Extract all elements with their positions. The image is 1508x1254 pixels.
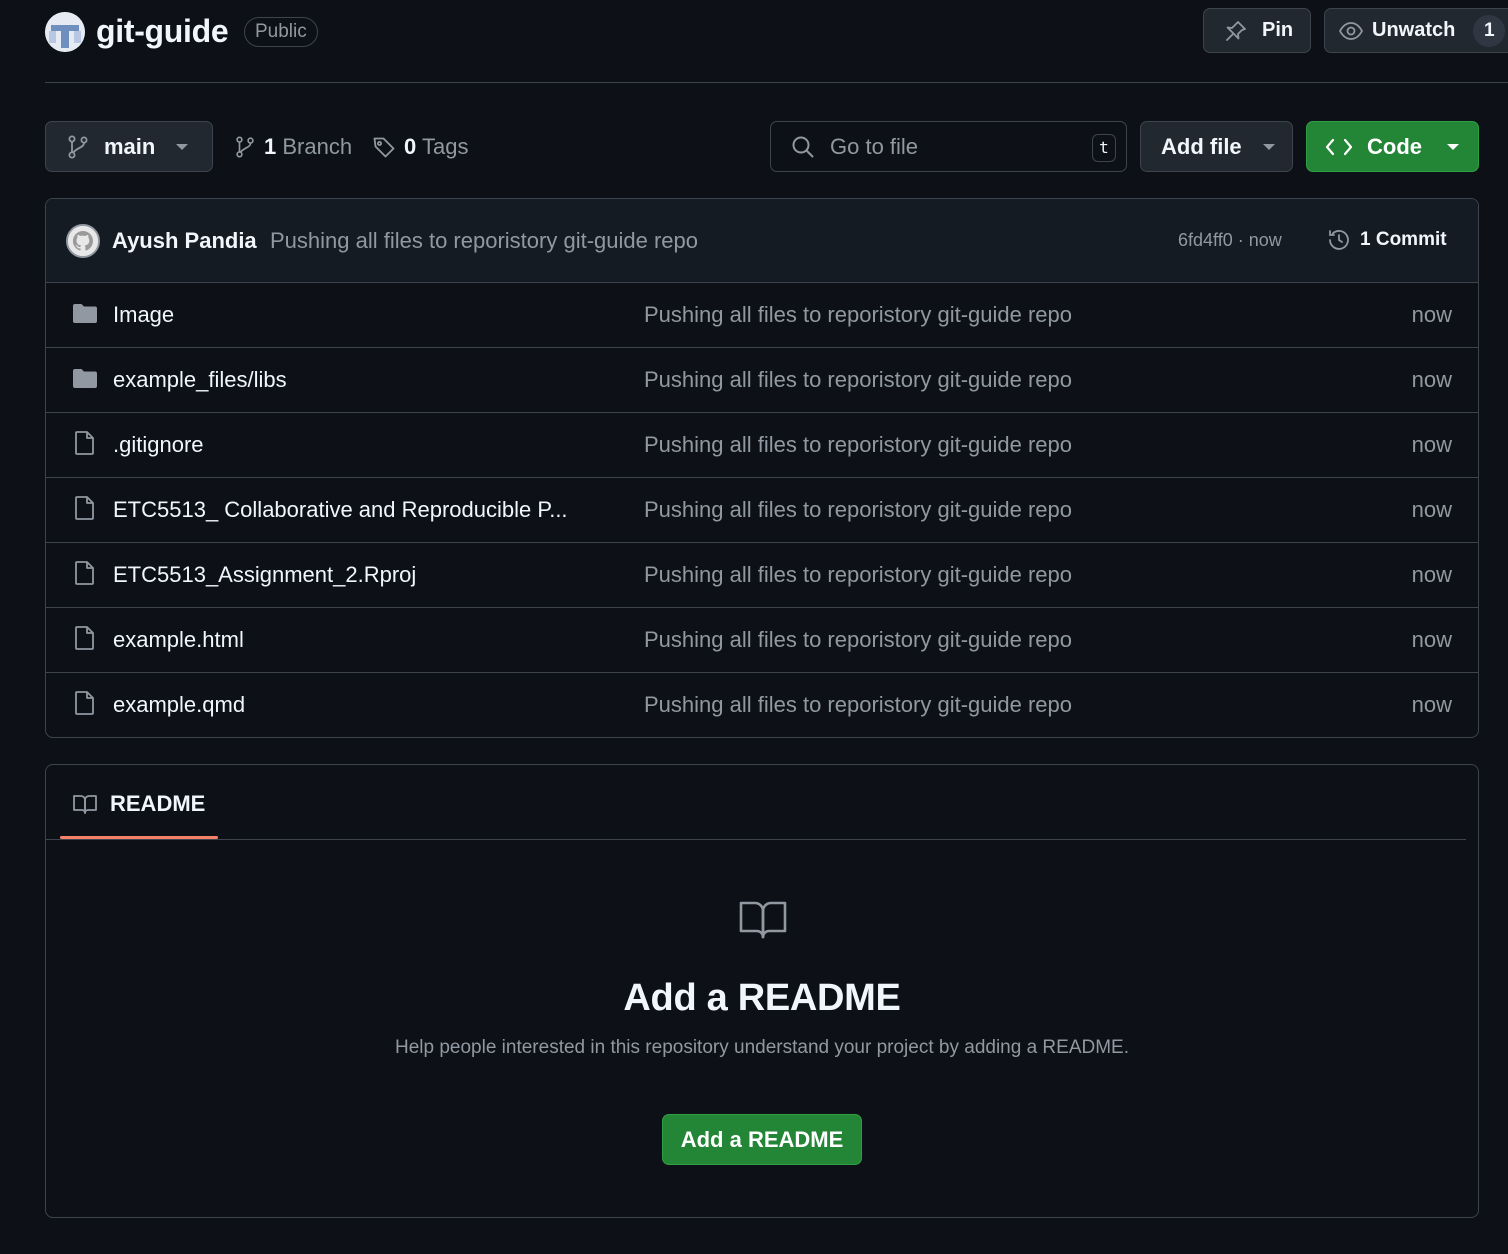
- file-row[interactable]: example_files/libs Pushing all files to r…: [46, 348, 1478, 413]
- repo-owner-avatar[interactable]: [45, 12, 85, 52]
- commit-author[interactable]: Ayush Pandia: [112, 228, 257, 254]
- file-row[interactable]: example.qmd Pushing all files to reporist…: [46, 673, 1478, 737]
- folder-icon: [72, 367, 98, 389]
- file-age: now: [1411, 432, 1452, 457]
- branch-label: Branch: [282, 134, 353, 159]
- unwatch-label: Unwatch: [1372, 19, 1456, 41]
- folder-icon: [72, 302, 98, 324]
- file-row[interactable]: example.html Pushing all files to reporis…: [46, 608, 1478, 673]
- history-icon: [1326, 227, 1352, 253]
- file-commit-message[interactable]: Pushing all files to reporistory git-gui…: [644, 692, 1072, 718]
- file-commit-message[interactable]: Pushing all files to reporistory git-gui…: [644, 302, 1072, 328]
- file-age: now: [1411, 692, 1452, 717]
- file-name[interactable]: ETC5513_Assignment_2.Rproj: [113, 562, 416, 588]
- branch-name: main: [104, 133, 156, 159]
- file-commit-message[interactable]: Pushing all files to reporistory git-gui…: [644, 627, 1072, 653]
- tag-label: Tags: [421, 134, 469, 159]
- watch-count: 1: [1473, 14, 1506, 47]
- chevron-down-icon: [175, 142, 189, 152]
- search-icon: [790, 134, 816, 160]
- search-shortcut-key: t: [1092, 134, 1116, 162]
- pin-icon: [1224, 19, 1248, 43]
- add-readme-button[interactable]: Add a README: [662, 1114, 862, 1165]
- commit-author-avatar[interactable]: [66, 224, 100, 258]
- file-name[interactable]: .gitignore: [113, 432, 204, 458]
- commit-sha-time[interactable]: 6fd4ff0 · now: [1178, 230, 1282, 251]
- chevron-down-icon: [1446, 142, 1460, 152]
- git-branch-icon: [66, 134, 90, 160]
- file-name[interactable]: example_files/libs: [113, 367, 287, 393]
- file-row[interactable]: ETC5513_ Collaborative and Reproducible …: [46, 478, 1478, 543]
- add-file-label: Add file: [1161, 133, 1242, 159]
- file-name[interactable]: Image: [113, 302, 174, 328]
- branches-link[interactable]: 1 Branch: [234, 132, 352, 162]
- file-commit-message[interactable]: Pushing all files to reporistory git-gui…: [644, 497, 1072, 523]
- search-placeholder: Go to file: [830, 133, 919, 159]
- commit-history-link[interactable]: 1 Commit: [1326, 227, 1447, 253]
- unwatch-button[interactable]: Unwatch 1: [1324, 8, 1508, 53]
- git-branch-icon: [234, 134, 256, 160]
- header-divider: [45, 82, 1508, 83]
- file-row[interactable]: .gitignore Pushing all files to reporisto…: [46, 413, 1478, 478]
- latest-commit-bar: Ayush Pandia Pushing all files to repori…: [46, 199, 1478, 283]
- branch-selector[interactable]: main: [45, 121, 213, 172]
- add-file-button[interactable]: Add file: [1140, 121, 1293, 172]
- tags-link[interactable]: 0 Tags: [372, 132, 468, 162]
- tab-divider: [46, 839, 1466, 840]
- file-commit-message[interactable]: Pushing all files to reporistory git-gui…: [644, 367, 1072, 393]
- file-browser: Ayush Pandia Pushing all files to repori…: [45, 198, 1479, 738]
- pin-label: Pin: [1262, 19, 1294, 41]
- chevron-down-icon: [1262, 142, 1276, 152]
- file-name[interactable]: example.qmd: [113, 692, 245, 718]
- pin-button[interactable]: Pin: [1203, 8, 1311, 53]
- tag-count: 0: [404, 134, 417, 159]
- commit-count-label: 1 Commit: [1360, 229, 1447, 250]
- book-icon: [72, 793, 98, 815]
- file-age: now: [1411, 302, 1452, 327]
- visibility-badge: Public: [244, 17, 318, 47]
- file-icon: [74, 495, 96, 521]
- file-row[interactable]: ETC5513_Assignment_2.Rproj Pushing all fi…: [46, 543, 1478, 608]
- book-icon: [736, 897, 790, 941]
- readme-tab[interactable]: README: [72, 791, 205, 817]
- readme-empty-heading: Add a README: [623, 977, 901, 1019]
- file-commit-message[interactable]: Pushing all files to reporistory git-gui…: [644, 562, 1072, 588]
- code-label: Code: [1367, 133, 1422, 159]
- eye-icon: [1338, 19, 1364, 43]
- repo-name[interactable]: git-guide: [96, 13, 229, 50]
- tag-icon: [372, 135, 396, 159]
- file-icon: [74, 560, 96, 586]
- file-age: now: [1411, 627, 1452, 652]
- file-icon: [74, 690, 96, 716]
- file-commit-message[interactable]: Pushing all files to reporistory git-gui…: [644, 432, 1072, 458]
- file-name[interactable]: example.html: [113, 627, 244, 653]
- code-icon: [1325, 137, 1353, 157]
- file-name[interactable]: ETC5513_ Collaborative and Reproducible …: [113, 497, 568, 523]
- file-row[interactable]: Image Pushing all files to reporistory gi…: [46, 283, 1478, 348]
- branch-count: 1: [264, 134, 277, 159]
- file-age: now: [1411, 562, 1452, 587]
- commit-message[interactable]: Pushing all files to reporistory git-gui…: [270, 228, 698, 254]
- go-to-file-search[interactable]: Go to file t: [770, 121, 1127, 172]
- file-age: now: [1411, 367, 1452, 392]
- file-age: now: [1411, 497, 1452, 522]
- readme-panel: README Add a README Help people interest…: [45, 764, 1479, 1218]
- readme-help-text: Help people interested in this repositor…: [394, 1037, 1129, 1058]
- readme-tab-label: README: [110, 791, 206, 816]
- code-button[interactable]: Code: [1306, 121, 1479, 172]
- file-icon: [74, 430, 96, 456]
- file-icon: [74, 625, 96, 651]
